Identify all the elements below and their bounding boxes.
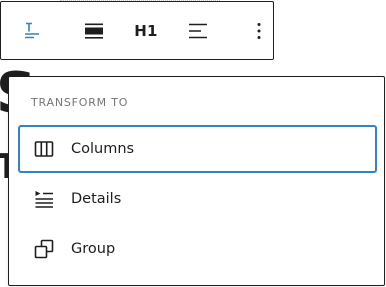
toolbar-group-options — [229, 2, 288, 59]
menu-item-details[interactable]: Details — [18, 175, 377, 223]
details-icon — [32, 187, 56, 211]
heading-level-button[interactable]: H1 — [125, 2, 167, 59]
columns-icon — [32, 137, 56, 161]
menu-item-group[interactable]: Group — [18, 225, 377, 273]
more-options-button[interactable] — [229, 2, 288, 59]
group-icon — [32, 237, 56, 261]
align-full-width-icon — [85, 23, 103, 39]
menu-heading: TRANSFORM TO — [31, 96, 129, 109]
toolbar-group-transform — [1, 2, 63, 59]
menu-item-columns[interactable]: Columns — [18, 125, 377, 173]
menu-item-label: Columns — [71, 141, 135, 157]
block-toolbar: H1 — [0, 1, 274, 60]
menu-item-label: Details — [71, 191, 122, 207]
align-full-width-button[interactable] — [63, 2, 125, 59]
toolbar-group-block: H1 — [63, 2, 229, 59]
heading-level-label: H1 — [134, 21, 158, 40]
transform-text-icon — [25, 22, 39, 38]
more-vertical-icon — [257, 22, 260, 39]
align-text-left-icon — [189, 23, 207, 38]
menu-item-label: Group — [71, 241, 116, 257]
align-text-button[interactable] — [167, 2, 229, 59]
transform-block-button[interactable] — [1, 2, 63, 59]
transform-to-menu: TRANSFORM TO Columns Details Group — [8, 76, 385, 286]
